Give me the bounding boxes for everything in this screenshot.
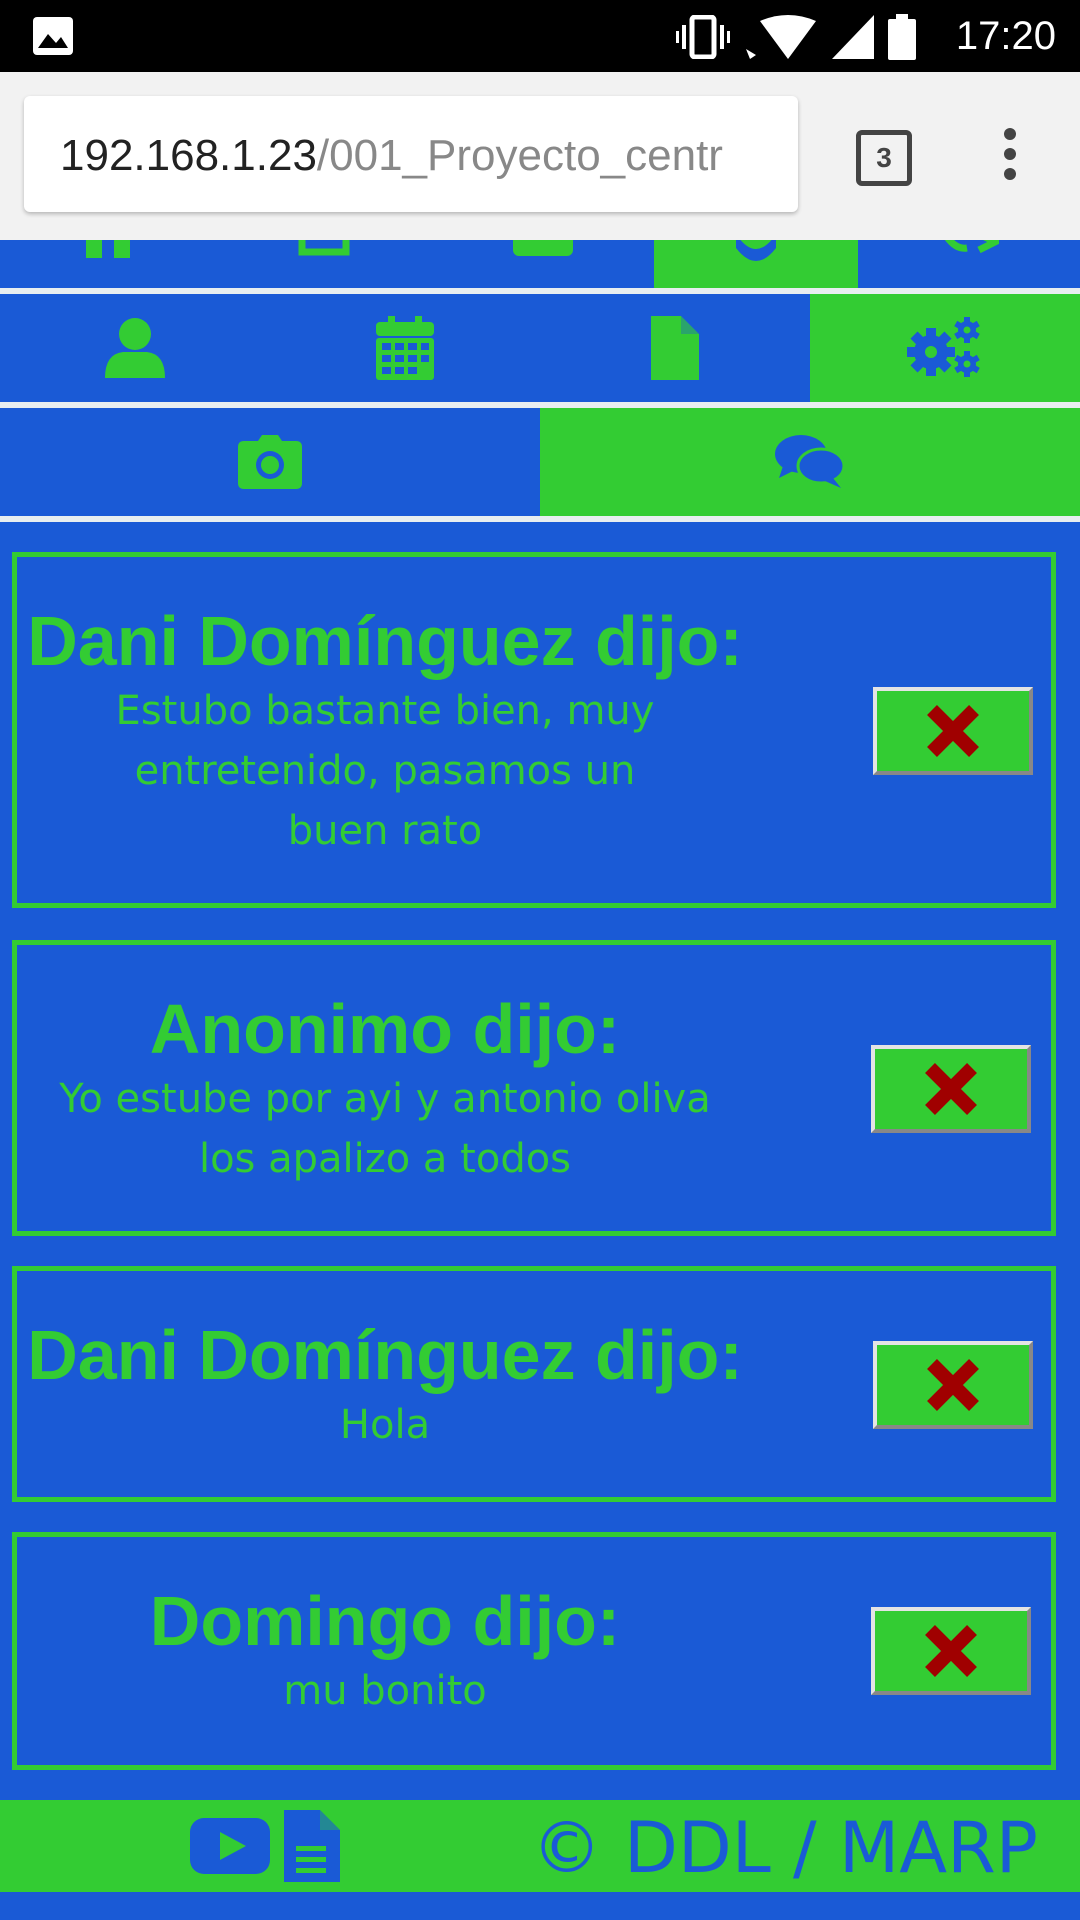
comments-icon: [775, 435, 845, 488]
delete-comment-button[interactable]: [871, 1045, 1031, 1133]
nav-settings[interactable]: [654, 240, 858, 288]
nav-settings-active[interactable]: [810, 294, 1080, 402]
gear-icon: [736, 240, 776, 261]
footer: © DDL / MARP: [0, 1800, 1080, 1892]
close-icon: [925, 1063, 977, 1115]
vibrate-icon: [676, 15, 730, 59]
comment-card: Anonimo dijo: Yo estube por ayi y antoni…: [12, 940, 1056, 1236]
signal-icon: [832, 15, 874, 59]
address-bar[interactable]: 192.168.1.23/001_Proyecto_centr: [24, 96, 798, 212]
wifi-icon: [746, 15, 816, 59]
comment-message: Estubo bastante bien, muy entretenido, p…: [115, 688, 655, 854]
status-icons: [676, 14, 916, 60]
youtube-icon[interactable]: [190, 1818, 270, 1874]
comment-message: mu bonito: [283, 1668, 487, 1714]
nav-photos[interactable]: [0, 408, 540, 516]
inbox-icon: [513, 240, 573, 256]
close-icon: [927, 705, 979, 757]
comment-message: Hola: [339, 1402, 431, 1448]
comment-author: Domingo dijo:: [149, 1582, 621, 1660]
print-icon: [298, 240, 350, 256]
url-path: /001_Proyecto_centr: [316, 131, 723, 180]
close-icon: [925, 1625, 977, 1677]
user-icon: [105, 318, 165, 378]
image-notification-icon: [33, 17, 73, 55]
nav-sub-row: [0, 408, 1080, 516]
status-bar: 17:20: [0, 0, 1080, 72]
nav-comments[interactable]: [540, 408, 1080, 516]
nav-main-row: [0, 294, 1080, 402]
nav-logout[interactable]: [858, 240, 1080, 288]
comment-author: Dani Domínguez dijo:: [27, 1316, 743, 1394]
comment-message: Yo estube por ayi y antonio oliva los ap…: [59, 1076, 711, 1182]
delete-comment-button[interactable]: [871, 1607, 1031, 1695]
camera-icon: [238, 435, 302, 489]
calendar-icon: [376, 316, 434, 380]
delete-comment-button[interactable]: [873, 687, 1033, 775]
browser-menu-button[interactable]: [996, 128, 1024, 188]
comment-author: Anonimo dijo:: [149, 990, 621, 1068]
comment-card: Dani Domínguez dijo: Hola: [12, 1266, 1056, 1502]
browser-toolbar: 192.168.1.23/001_Proyecto_centr 3: [0, 72, 1080, 240]
clock: 17:20: [955, 14, 1056, 58]
nav-home[interactable]: [0, 240, 216, 288]
sign-out-icon: [944, 240, 999, 254]
document-icon[interactable]: [284, 1810, 340, 1882]
url-host: 192.168.1.23: [60, 131, 317, 180]
nav-user[interactable]: [0, 294, 270, 402]
nav-print[interactable]: [216, 240, 432, 288]
nav-document[interactable]: [540, 294, 810, 402]
battery-icon: [888, 14, 916, 60]
url-text[interactable]: 192.168.1.23/001_Proyecto_centr: [60, 130, 798, 182]
comment-card: Dani Domínguez dijo: Estubo bastante bie…: [12, 552, 1056, 908]
nav-inbox[interactable]: [432, 240, 654, 288]
comment-card: Domingo dijo: mu bonito: [12, 1532, 1056, 1770]
tab-switcher-button[interactable]: 3: [856, 130, 912, 186]
gears-icon: [907, 317, 980, 377]
nav-separator: [0, 516, 1080, 522]
delete-comment-button[interactable]: [873, 1341, 1033, 1429]
nav-calendar[interactable]: [270, 294, 540, 402]
file-icon: [651, 316, 699, 380]
copyright-text: © DDL / MARP: [531, 1807, 1038, 1889]
close-icon: [927, 1359, 979, 1411]
comment-author: Dani Domínguez dijo:: [27, 602, 743, 680]
home-icon: [86, 240, 130, 258]
nav-top-row: [0, 240, 1080, 288]
